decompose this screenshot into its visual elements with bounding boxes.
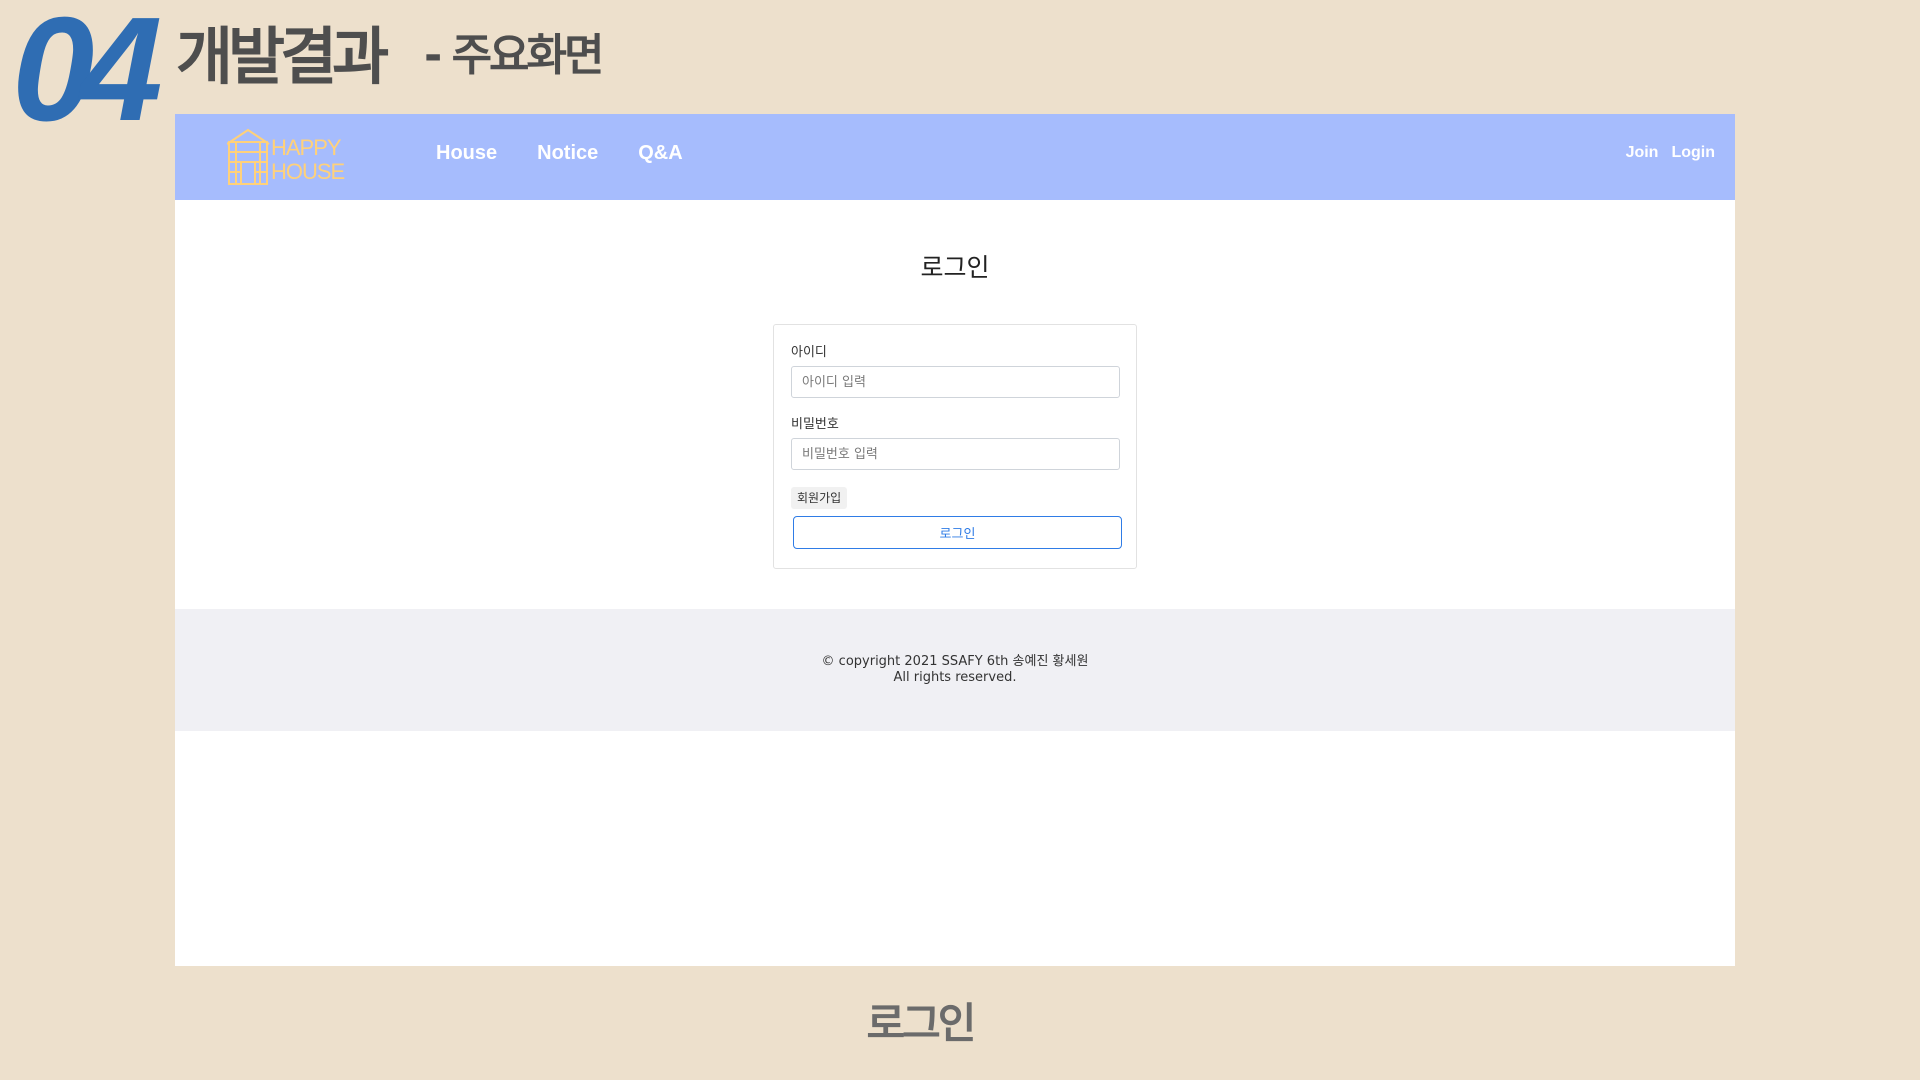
password-input[interactable]	[791, 438, 1120, 470]
navbar: HAPPY HOUSE House Notice Q&A Join Login	[175, 114, 1735, 200]
id-label: 아이디	[791, 345, 827, 360]
nav-links: House Notice Q&A	[436, 142, 723, 165]
logo-text: HAPPY HOUSE	[271, 135, 345, 184]
house-logo-icon	[227, 128, 270, 185]
logo-line-2: HOUSE	[271, 159, 345, 184]
slide-subtitle: - 주요화면	[424, 30, 604, 81]
nav-house[interactable]: House	[436, 142, 497, 165]
nav-auth-links: Join Login	[1613, 144, 1715, 162]
login-heading: 로그인	[920, 253, 990, 282]
slide-caption: 로그인	[866, 999, 977, 1048]
footer: © copyright 2021 SSAFY 6th 송예진 황세원 All r…	[175, 609, 1735, 731]
slide-number: 04	[12, 0, 163, 152]
login-button[interactable]: 로그인	[793, 516, 1122, 549]
logo-line-1: HAPPY	[271, 135, 342, 160]
nav-join[interactable]: Join	[1626, 144, 1659, 162]
footer-rights: All rights reserved.	[893, 670, 1017, 685]
nav-login[interactable]: Login	[1671, 144, 1715, 162]
nav-qna[interactable]: Q&A	[638, 142, 682, 165]
id-input[interactable]	[791, 366, 1120, 398]
nav-notice[interactable]: Notice	[537, 142, 598, 165]
password-label: 비밀번호	[791, 417, 839, 432]
footer-copyright: © copyright 2021 SSAFY 6th 송예진 황세원	[821, 654, 1089, 669]
login-form-card: 아이디 비밀번호 회원가입 로그인	[773, 324, 1137, 569]
slide-title: 개발결과	[176, 20, 389, 93]
join-button[interactable]: 회원가입	[791, 487, 848, 509]
happy-house-logo[interactable]: HAPPY HOUSE	[227, 128, 347, 188]
app-screenshot: HAPPY HOUSE House Notice Q&A Join Login …	[175, 114, 1735, 966]
